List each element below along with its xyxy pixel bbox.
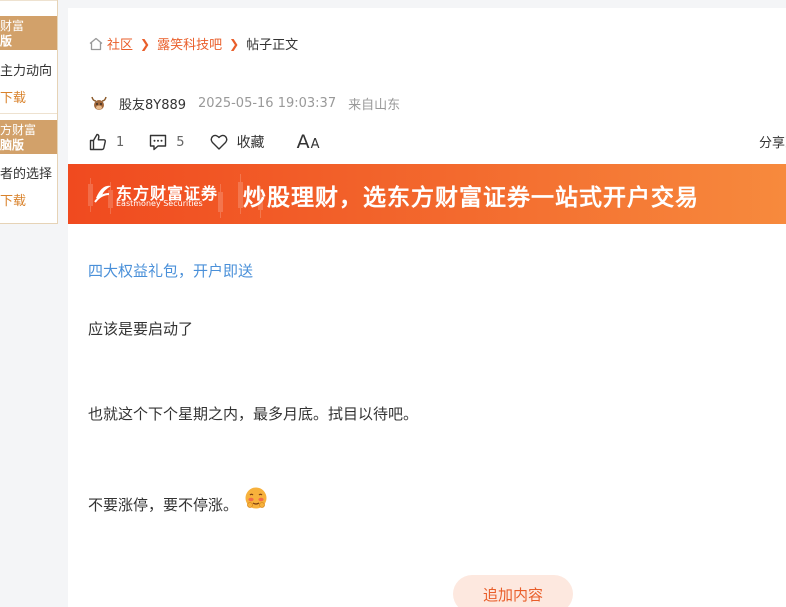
post-meta: 股友8Y889 2025-05-16 19:03:37 来自山东: [88, 92, 400, 114]
font-size-small[interactable]: A: [311, 137, 320, 152]
promo-title-line1: 方财富: [0, 123, 37, 137]
promo-title: 财富 版: [0, 16, 57, 50]
author-name[interactable]: 股友8Y889: [119, 94, 186, 113]
eastmoney-logo-icon: [94, 185, 111, 203]
blushing-face-emoji-icon: [245, 487, 267, 508]
banner-slogan: 炒股理财，选东方财富证券一站式开户交易: [243, 185, 699, 211]
promo-title-line2: 脑版: [0, 138, 25, 152]
post-location: 来自山东: [348, 97, 401, 113]
breadcrumb-community[interactable]: 社区: [107, 34, 133, 53]
promo-description: 主力动向: [0, 64, 53, 79]
comment-count: 5: [176, 134, 185, 150]
share-button[interactable]: 分享到: [759, 132, 786, 151]
post-paragraph-row: 不要涨停，要不停涨。: [88, 487, 268, 515]
chevron-right-icon: ❯: [229, 36, 240, 51]
post-actions: 1 5 收藏 A A 分享到: [88, 130, 786, 154]
breadcrumb-forum[interactable]: 露笑科技吧: [157, 34, 222, 53]
promo-title-line1: 财富: [0, 19, 25, 33]
thumbs-up-icon: [89, 133, 106, 151]
promo-link[interactable]: 四大权益礼包，开户即送: [88, 260, 253, 281]
divider: [0, 0, 57, 1]
brand-name-en: Eastmoney Securities: [116, 199, 203, 208]
home-icon[interactable]: [88, 36, 104, 52]
comment-button[interactable]: 5: [148, 132, 185, 152]
promo-description: 者的选择: [0, 167, 53, 182]
promo-download-link[interactable]: 下载: [0, 190, 26, 209]
font-size-toggle[interactable]: A A: [297, 131, 320, 153]
sidebar-promo-panel: 财富 版 主力动向 下载 方财富 脑版 者的选择 下载: [0, 0, 58, 224]
chevron-right-icon: ❯: [140, 36, 151, 51]
promo-download-link[interactable]: 下载: [0, 87, 26, 106]
breadcrumb: 社区 ❯ 露笑科技吧 ❯ 帖子正文: [88, 34, 298, 53]
divider: [0, 113, 57, 114]
post-paragraph: 不要涨停，要不停涨。: [88, 496, 239, 514]
font-size-large[interactable]: A: [297, 131, 310, 153]
post-card: 社区 ❯ 露笑科技吧 ❯ 帖子正文 股友8Y889 2025-05-16 19:…: [68, 0, 786, 607]
avatar[interactable]: [88, 92, 110, 114]
like-button[interactable]: 1: [88, 132, 124, 152]
top-gap: [68, 0, 786, 8]
like-count: 1: [116, 134, 125, 150]
favorite-label: 收藏: [236, 135, 265, 151]
ad-banner[interactable]: 东方财富证券 Eastmoney Securities 炒股理财，选东方财富证券…: [68, 164, 786, 224]
heart-icon: [210, 134, 228, 150]
post-time: 2025-05-16 19:03:37: [198, 95, 337, 111]
promo-title: 方财富 脑版: [0, 120, 57, 154]
bull-avatar-icon: [91, 96, 107, 110]
promo-title-line2: 版: [0, 34, 13, 48]
favorite-button[interactable]: 收藏: [209, 132, 265, 152]
breadcrumb-current: 帖子正文: [246, 38, 299, 53]
post-paragraph: 也就这个下个星期之内，最多月底。拭目以待吧。: [88, 405, 419, 423]
post-paragraph: 应该是要启动了: [88, 320, 194, 338]
comment-icon: [150, 134, 167, 151]
add-content-button[interactable]: 追加内容: [453, 575, 573, 607]
